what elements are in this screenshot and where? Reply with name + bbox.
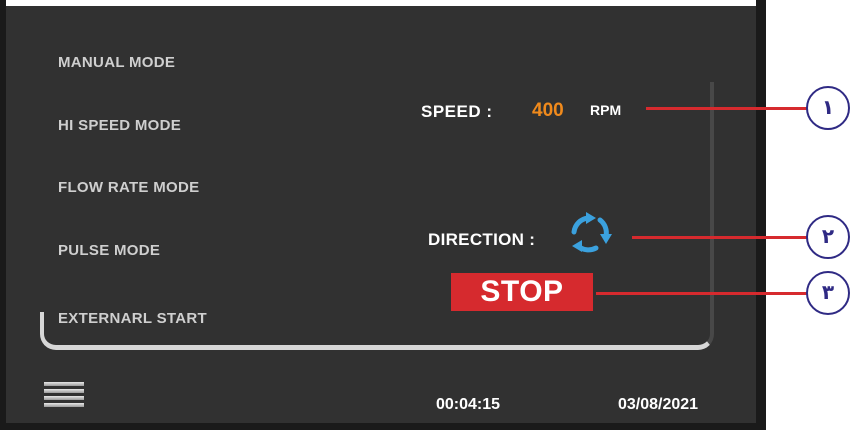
menu-item-flow-rate-mode[interactable]: FLOW RATE MODE bbox=[58, 179, 199, 196]
screen-bezel-right bbox=[756, 0, 766, 430]
callout-line-2 bbox=[632, 236, 808, 239]
hamburger-menu-icon[interactable] bbox=[44, 382, 84, 412]
menu-item-manual-mode[interactable]: MANUAL MODE bbox=[58, 54, 175, 71]
callout-marker-3: ٣ bbox=[806, 271, 850, 315]
speed-label: SPEED : bbox=[421, 102, 493, 121]
stop-button[interactable]: STOP bbox=[451, 273, 593, 311]
clock-date: 03/08/2021 bbox=[618, 396, 699, 413]
callout-line-1 bbox=[646, 107, 808, 110]
callout-marker-2: ٢ bbox=[806, 215, 850, 259]
panel-frame-mask bbox=[36, 82, 48, 312]
speed-value: 400 bbox=[532, 100, 564, 121]
menu-item-pulse-mode[interactable]: PULSE MODE bbox=[58, 242, 160, 259]
speed-unit: RPM bbox=[590, 102, 622, 118]
menu-item-external-start[interactable]: EXTERNARL START bbox=[58, 310, 207, 327]
menu-item-hi-speed-mode[interactable]: HI SPEED MODE bbox=[58, 117, 181, 134]
callout-marker-1: ١ bbox=[806, 86, 850, 130]
direction-label: DIRECTION : bbox=[428, 230, 536, 249]
callout-line-3 bbox=[596, 292, 808, 295]
screen-bezel-bottom bbox=[0, 423, 766, 430]
rotation-direction-icon[interactable] bbox=[564, 210, 616, 256]
clock-time: 00:04:15 bbox=[436, 396, 501, 413]
